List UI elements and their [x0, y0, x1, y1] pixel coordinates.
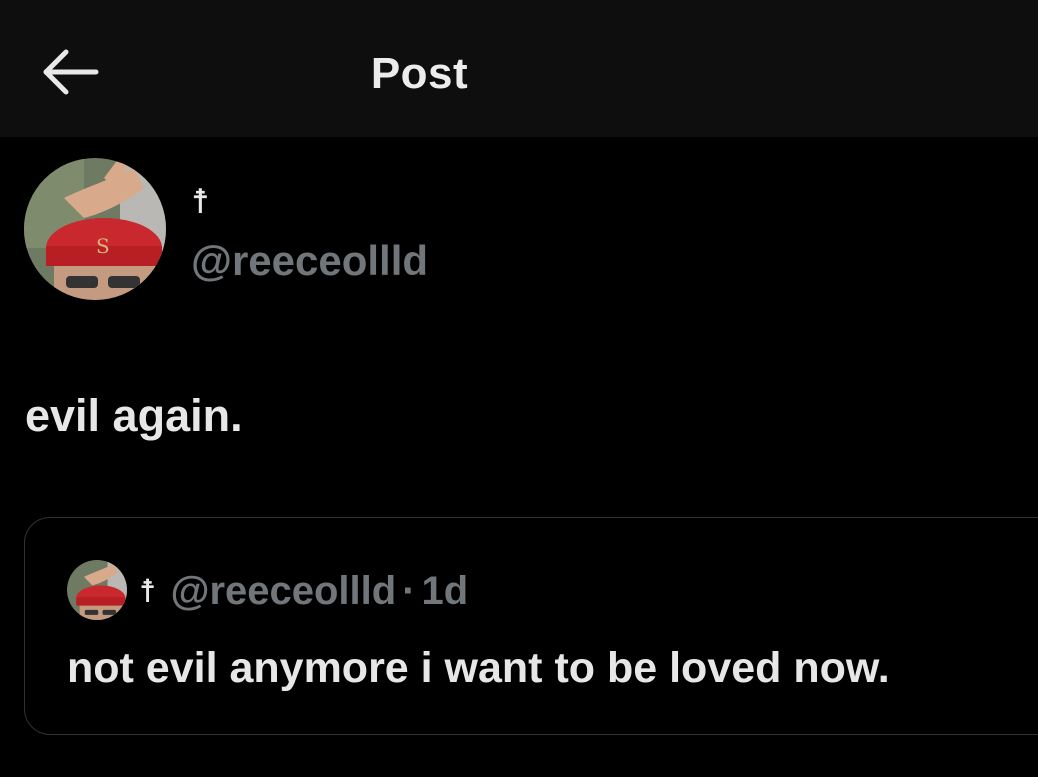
- arrow-left-icon: [43, 49, 99, 95]
- meta-separator: ·: [402, 568, 416, 613]
- top-navigation-bar: Post: [0, 0, 1038, 137]
- quoted-post-card[interactable]: ☨ @reeceollld · 1d not evil anymore i wa…: [24, 517, 1038, 735]
- page-title-text: Post: [370, 49, 469, 98]
- post-text: evil again.: [25, 390, 243, 441]
- quoted-author-handle[interactable]: @reeceollld: [170, 569, 396, 614]
- back-button[interactable]: [30, 36, 110, 108]
- post-detail-page: Post S ☨ @reeceollld evil again. ☨ @reec…: [0, 0, 1038, 777]
- page-title: Post: [0, 44, 1038, 104]
- quoted-author-avatar[interactable]: [67, 560, 127, 620]
- author-avatar-photo: S: [24, 158, 166, 300]
- author-handle[interactable]: @reeceollld: [191, 234, 428, 288]
- quoted-post-meta: ☨ @reeceollld · 1d: [139, 566, 468, 616]
- author-display-name: ☨: [191, 183, 210, 221]
- quoted-author-display-name: ☨: [139, 573, 157, 609]
- svg-text:S: S: [96, 234, 110, 258]
- quoted-post-text: not evil anymore i want to be loved now.: [67, 644, 890, 692]
- quoted-author-avatar-photo: [67, 560, 127, 620]
- author-avatar[interactable]: S: [24, 158, 166, 300]
- quoted-post-timestamp: 1d: [421, 568, 469, 613]
